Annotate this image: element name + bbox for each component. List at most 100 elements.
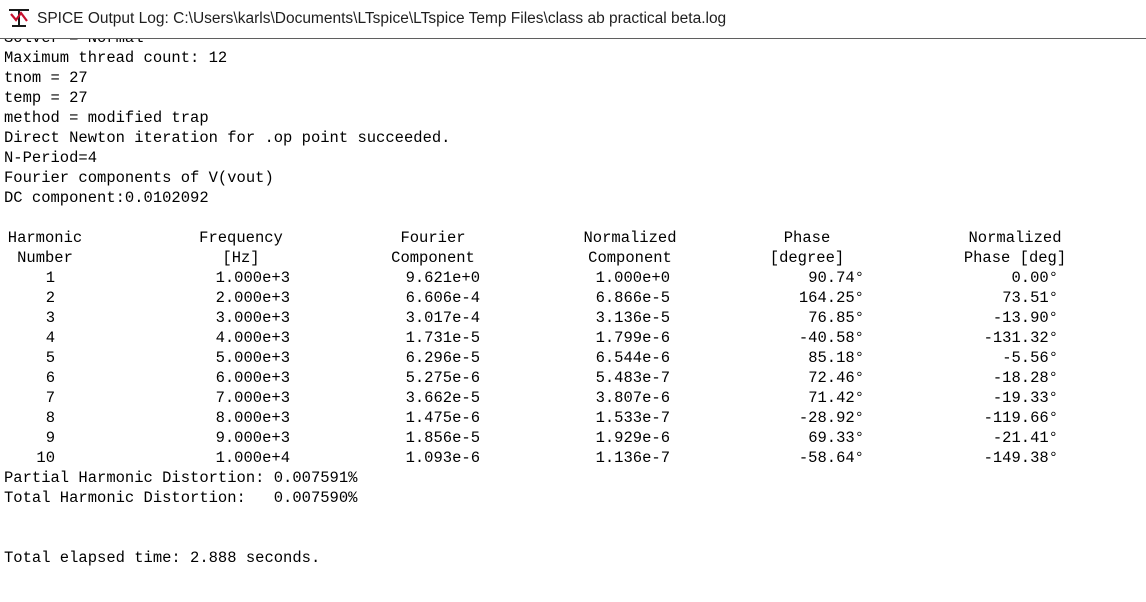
partial-harmonic-distortion: Partial Harmonic Distortion: 0.007591% xyxy=(4,469,358,487)
frequency-value: 3.000e+3 xyxy=(215,309,290,327)
fourier-component: 3.017e-4 xyxy=(405,309,480,327)
log-text-area[interactable]: Solver = Normal Maximum thread count: 12… xyxy=(0,39,1146,602)
log-line: N-Period=4 xyxy=(4,149,98,167)
normalized-component: 6.544e-6 xyxy=(595,349,670,367)
phase-value: 164.25° xyxy=(798,289,864,307)
frequency-value: 7.000e+3 xyxy=(215,389,290,407)
frequency-value: 8.000e+3 xyxy=(215,409,290,427)
table-row: 1 1.000e+3 9.621e+0 1.000e+0 90.74° 0.00° xyxy=(0,268,1146,288)
fourier-component: 1.475e-6 xyxy=(405,409,480,427)
fourier-component: 3.662e-5 xyxy=(405,389,480,407)
harmonic-number: 9 xyxy=(45,429,55,447)
frequency-value: 6.000e+3 xyxy=(215,369,290,387)
column-header-harmonic: Harmonic xyxy=(7,229,83,247)
table-row: 10 1.000e+4 1.093e-6 1.136e-7 -58.64° -149.38… xyxy=(0,448,1146,468)
log-line: tnom = 27 xyxy=(4,69,88,87)
fourier-component: 1.093e-6 xyxy=(405,449,480,467)
elapsed-time: Total elapsed time: 2.888 seconds. xyxy=(4,549,321,567)
harmonic-number: 5 xyxy=(45,349,55,367)
log-line: Fourier components of V(vout) xyxy=(4,169,274,187)
log-line: Maximum thread count: 12 xyxy=(4,49,228,67)
normalized-phase-value: -5.56° xyxy=(1002,349,1058,367)
phase-value: -58.64° xyxy=(798,449,864,467)
column-subheader-number: Number xyxy=(17,249,73,267)
column-header-normalized: Normalized xyxy=(583,229,677,247)
table-header-row: Number [Hz] Component Component [degree]… xyxy=(0,248,1146,268)
harmonic-number: 6 xyxy=(45,369,55,387)
log-line: Direct Newton iteration for .op point su… xyxy=(4,129,451,147)
harmonic-number: 4 xyxy=(45,329,55,347)
phase-value: 69.33° xyxy=(808,429,864,447)
normalized-phase-value: -149.38° xyxy=(983,449,1058,467)
normalized-component: 3.807e-6 xyxy=(595,389,670,407)
table-header-row: Harmonic Frequency Fourier Normalized Ph… xyxy=(0,228,1146,248)
normalized-phase-value: -119.66° xyxy=(983,409,1058,427)
fourier-component: 1.856e-5 xyxy=(405,429,480,447)
normalized-component: 6.866e-5 xyxy=(595,289,670,307)
log-line: method = modified trap xyxy=(4,109,209,127)
normalized-phase-value: -131.32° xyxy=(983,329,1058,347)
normalized-component: 1.799e-6 xyxy=(595,329,670,347)
phase-value: 90.74° xyxy=(808,269,864,287)
harmonic-number: 8 xyxy=(45,409,55,427)
column-subheader-component: Component xyxy=(391,249,475,267)
phase-value: 85.18° xyxy=(808,349,864,367)
table-row: 3 3.000e+3 3.017e-4 3.136e-5 76.85° -13.90° xyxy=(0,308,1146,328)
phase-value: -28.92° xyxy=(798,409,864,427)
harmonic-number: 7 xyxy=(45,389,55,407)
harmonic-number: 2 xyxy=(45,289,55,307)
column-header-fourier: Fourier xyxy=(400,229,466,247)
normalized-component: 1.000e+0 xyxy=(595,269,670,287)
normalized-component: 1.533e-7 xyxy=(595,409,670,427)
column-subheader-degree: [degree] xyxy=(769,249,845,267)
log-line: temp = 27 xyxy=(4,89,88,107)
harmonic-number: 1 xyxy=(45,269,55,287)
table-row: 8 8.000e+3 1.475e-6 1.533e-7 -28.92° -119.66° xyxy=(0,408,1146,428)
table-row: 5 5.000e+3 6.296e-5 6.544e-6 85.18° -5.56° xyxy=(0,348,1146,368)
column-subheader-hz: [Hz] xyxy=(222,249,260,267)
column-header-frequency: Frequency xyxy=(199,229,283,247)
column-subheader-component: Component xyxy=(588,249,672,267)
table-row: 2 2.000e+3 6.606e-4 6.866e-5 164.25° 73.51° xyxy=(0,288,1146,308)
column-header-phase: Phase xyxy=(783,229,831,247)
phase-value: -40.58° xyxy=(798,329,864,347)
normalized-component: 1.136e-7 xyxy=(595,449,670,467)
harmonic-number: 3 xyxy=(45,309,55,327)
normalized-phase-value: 73.51° xyxy=(1002,289,1058,307)
phase-value: 76.85° xyxy=(808,309,864,327)
window-title: SPICE Output Log: C:\Users\karls\Documen… xyxy=(37,10,727,27)
fourier-component: 1.731e-5 xyxy=(405,329,480,347)
log-line: DC component:0.0102092 xyxy=(4,189,209,207)
table-row: 7 7.000e+3 3.662e-5 3.807e-6 71.42° -19.33° xyxy=(0,388,1146,408)
harmonic-number: 10 xyxy=(36,449,55,467)
fourier-component: 6.606e-4 xyxy=(405,289,480,307)
frequency-value: 1.000e+4 xyxy=(215,449,290,467)
phase-value: 72.46° xyxy=(808,369,864,387)
frequency-value: 1.000e+3 xyxy=(215,269,290,287)
frequency-value: 9.000e+3 xyxy=(215,429,290,447)
frequency-value: 4.000e+3 xyxy=(215,329,290,347)
log-line-clipped: Solver = Normal xyxy=(4,39,144,48)
normalized-phase-value: -21.41° xyxy=(992,429,1058,447)
table-row: 9 9.000e+3 1.856e-5 1.929e-6 69.33° -21.41° xyxy=(0,428,1146,448)
frequency-value: 2.000e+3 xyxy=(215,289,290,307)
column-header-normalized-phase: Normalized xyxy=(968,229,1062,247)
fourier-component: 6.296e-5 xyxy=(405,349,480,367)
normalized-phase-value: -13.90° xyxy=(992,309,1058,327)
normalized-phase-value: 0.00° xyxy=(1011,269,1058,287)
column-subheader-phase-deg: Phase [deg] xyxy=(963,249,1067,267)
normalized-component: 3.136e-5 xyxy=(595,309,670,327)
table-row: 4 4.000e+3 1.731e-5 1.799e-6 -40.58° -131.32° xyxy=(0,328,1146,348)
frequency-value: 5.000e+3 xyxy=(215,349,290,367)
fourier-component: 5.275e-6 xyxy=(405,369,480,387)
normalized-component: 1.929e-6 xyxy=(595,429,670,447)
total-harmonic-distortion: Total Harmonic Distortion: 0.007590% xyxy=(4,489,358,507)
table-row: 6 6.000e+3 5.275e-6 5.483e-7 72.46° -18.28° xyxy=(0,368,1146,388)
normalized-phase-value: -19.33° xyxy=(992,389,1058,407)
title-bar[interactable]: SPICE Output Log: C:\Users\karls\Documen… xyxy=(0,0,1146,39)
normalized-component: 5.483e-7 xyxy=(595,369,670,387)
phase-value: 71.42° xyxy=(808,389,864,407)
fourier-component: 9.621e+0 xyxy=(405,269,480,287)
ltspice-app-icon xyxy=(9,9,29,27)
normalized-phase-value: -18.28° xyxy=(992,369,1058,387)
